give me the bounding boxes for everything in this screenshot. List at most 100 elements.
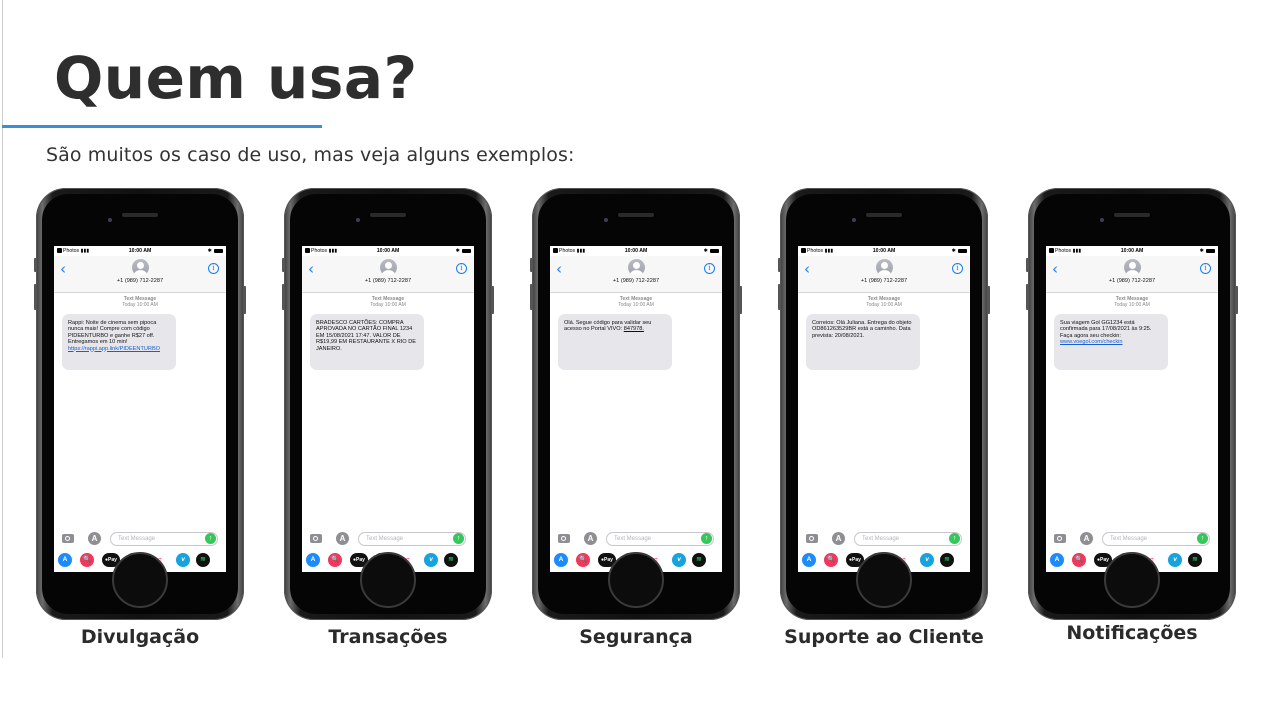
message-timestamp: Today 10:00 AM xyxy=(370,302,406,308)
search-images-app-icon[interactable]: 🔍 xyxy=(1072,553,1086,567)
message-link[interactable]: https://rappi.app.link/PIDEENTURBO xyxy=(68,346,160,352)
home-button[interactable] xyxy=(608,552,664,608)
use-case-caption: Transações xyxy=(328,626,448,648)
volume-up-button xyxy=(34,284,37,310)
home-button[interactable] xyxy=(112,552,168,608)
back-chevron-icon[interactable]: ‹ xyxy=(308,262,314,277)
front-camera xyxy=(1100,218,1104,222)
contact-avatar-icon[interactable] xyxy=(627,259,645,276)
appstore-app-icon[interactable]: A xyxy=(306,553,320,567)
status-bar: Photos ▮▮▮ 10:00 AM ✱ xyxy=(550,246,722,256)
message-text: Sua viagem Gol GG1234 está confirmada pa… xyxy=(1060,320,1152,339)
back-chevron-icon[interactable]: ‹ xyxy=(804,262,810,277)
message-link[interactable]: www.voegol.com/checkin xyxy=(1060,339,1123,345)
use-case-caption: Suporte ao Cliente xyxy=(784,626,984,648)
power-button xyxy=(987,286,990,314)
camera-icon[interactable] xyxy=(310,534,322,543)
app-store-icon[interactable]: A xyxy=(584,532,597,545)
search-images-app-icon[interactable]: 🔍 xyxy=(328,553,342,567)
appstore-app-icon[interactable]: A xyxy=(554,553,568,567)
appstore-app-icon[interactable]: A xyxy=(58,553,72,567)
phone-front: Photos ▮▮▮ 10:00 AM ✱ ‹ +1 (989) 712-2287 i Te… xyxy=(290,194,486,614)
spotify-app-icon[interactable]: ≋ xyxy=(196,553,210,567)
info-icon[interactable]: i xyxy=(704,263,715,274)
home-button[interactable] xyxy=(1104,552,1160,608)
vimeo-app-icon[interactable]: v xyxy=(1168,553,1182,567)
battery-icon xyxy=(710,248,719,253)
power-button xyxy=(243,286,246,314)
vimeo-app-icon[interactable]: v xyxy=(672,553,686,567)
back-chevron-icon[interactable]: ‹ xyxy=(1052,262,1058,277)
camera-icon[interactable] xyxy=(558,534,570,543)
mute-switch xyxy=(778,258,781,272)
vimeo-app-icon[interactable]: v xyxy=(920,553,934,567)
info-icon[interactable]: i xyxy=(952,263,963,274)
back-chevron-icon[interactable]: ‹ xyxy=(556,262,562,277)
app-store-icon[interactable]: A xyxy=(832,532,845,545)
spotify-app-icon[interactable]: ≋ xyxy=(692,553,706,567)
send-arrow-icon[interactable]: ↑ xyxy=(701,533,712,544)
home-button[interactable] xyxy=(360,552,416,608)
contact-avatar-icon[interactable] xyxy=(1123,259,1141,276)
spotify-app-icon[interactable]: ≋ xyxy=(444,553,458,567)
vimeo-app-icon[interactable]: v xyxy=(176,553,190,567)
message-input[interactable]: Text Message ↑ xyxy=(606,532,714,546)
conversation-header: ‹ +1 (989) 712-2287 i xyxy=(54,256,226,293)
info-icon[interactable]: i xyxy=(1200,263,1211,274)
send-arrow-icon[interactable]: ↑ xyxy=(1197,533,1208,544)
page-title: Quem usa? xyxy=(54,44,418,112)
camera-icon[interactable] xyxy=(806,534,818,543)
use-case-caption: Segurança xyxy=(579,626,693,648)
home-button[interactable] xyxy=(856,552,912,608)
bluetooth-icon: ✱ xyxy=(207,248,212,254)
phone-mockup: Photos ▮▮▮ 10:00 AM ✱ ‹ +1 (989) 712-2287 i Te… xyxy=(282,188,494,620)
message-text: BRADESCO CARTÕES: COMPRA APROVADA NO CAR… xyxy=(316,320,416,352)
search-images-app-icon[interactable]: 🔍 xyxy=(576,553,590,567)
status-bar: Photos ▮▮▮ 10:00 AM ✱ xyxy=(798,246,970,256)
phone-screen: Photos ▮▮▮ 10:00 AM ✱ ‹ +1 (989) 712-2287 i Te… xyxy=(1046,246,1218,572)
compose-bar: A Text Message ↑ xyxy=(54,530,226,548)
message-input[interactable]: Text Message ↑ xyxy=(358,532,466,546)
contact-avatar-icon[interactable] xyxy=(379,259,397,276)
app-store-icon[interactable]: A xyxy=(88,532,101,545)
contact-avatar-icon[interactable] xyxy=(131,259,149,276)
left-border-line xyxy=(2,0,3,658)
camera-icon[interactable] xyxy=(62,534,74,543)
earpiece-speaker xyxy=(618,213,654,217)
app-store-icon[interactable]: A xyxy=(336,532,349,545)
volume-up-button xyxy=(1026,284,1029,310)
message-input[interactable]: Text Message ↑ xyxy=(110,532,218,546)
message-meta: Text Message Today 10:00 AM xyxy=(1046,296,1218,308)
info-icon[interactable]: i xyxy=(208,263,219,274)
app-store-icon[interactable]: A xyxy=(1080,532,1093,545)
contact-avatar-icon[interactable] xyxy=(875,259,893,276)
sms-bubble: Correios: Olá Juliana. Entrega do objeto… xyxy=(806,314,920,370)
message-input[interactable]: Text Message ↑ xyxy=(1102,532,1210,546)
bluetooth-icon: ✱ xyxy=(703,248,708,254)
status-time: 10:00 AM xyxy=(1120,248,1144,254)
spotify-app-icon[interactable]: ≋ xyxy=(940,553,954,567)
status-bar: Photos ▮▮▮ 10:00 AM ✱ xyxy=(54,246,226,256)
earpiece-speaker xyxy=(370,213,406,217)
message-timestamp: Today 10:00 AM xyxy=(122,302,158,308)
message-input-placeholder: Text Message xyxy=(614,536,652,542)
contact-number: +1 (989) 712-2287 xyxy=(612,278,660,284)
battery-icon xyxy=(958,248,967,253)
send-arrow-icon[interactable]: ↑ xyxy=(453,533,464,544)
search-images-app-icon[interactable]: 🔍 xyxy=(824,553,838,567)
camera-icon[interactable] xyxy=(1054,534,1066,543)
mute-switch xyxy=(1026,258,1029,272)
bluetooth-icon: ✱ xyxy=(951,248,956,254)
back-chevron-icon[interactable]: ‹ xyxy=(60,262,66,277)
send-arrow-icon[interactable]: ↑ xyxy=(949,533,960,544)
message-input[interactable]: Text Message ↑ xyxy=(854,532,962,546)
spotify-app-icon[interactable]: ≋ xyxy=(1188,553,1202,567)
appstore-app-icon[interactable]: A xyxy=(1050,553,1064,567)
info-icon[interactable]: i xyxy=(456,263,467,274)
search-images-app-icon[interactable]: 🔍 xyxy=(80,553,94,567)
appstore-app-icon[interactable]: A xyxy=(802,553,816,567)
page-subtitle: São muitos os caso de uso, mas veja algu… xyxy=(46,144,575,166)
send-arrow-icon[interactable]: ↑ xyxy=(205,533,216,544)
vimeo-app-icon[interactable]: v xyxy=(424,553,438,567)
sms-bubble: Rappi: Noite de cinema sem pipoca nunca … xyxy=(62,314,176,370)
